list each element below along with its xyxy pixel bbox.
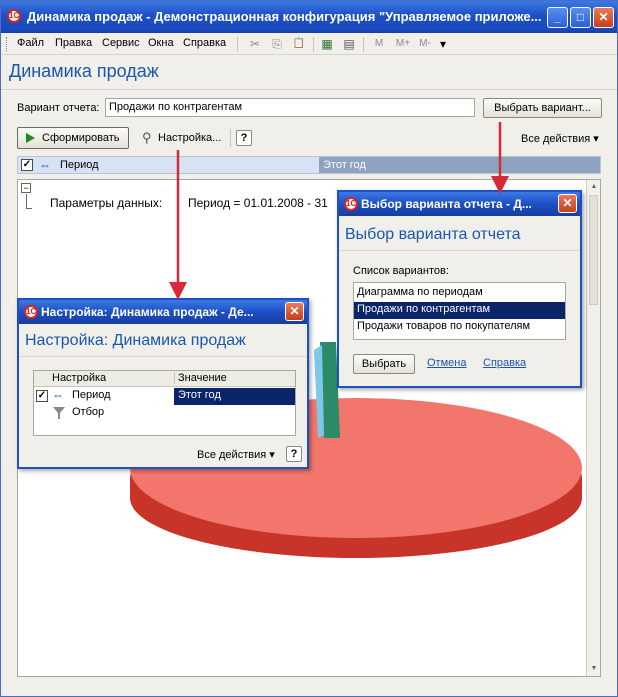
arrow-to-variant-head (491, 176, 509, 194)
annotation-arrows (169, 122, 509, 300)
arrow-to-settings-head (169, 282, 187, 300)
